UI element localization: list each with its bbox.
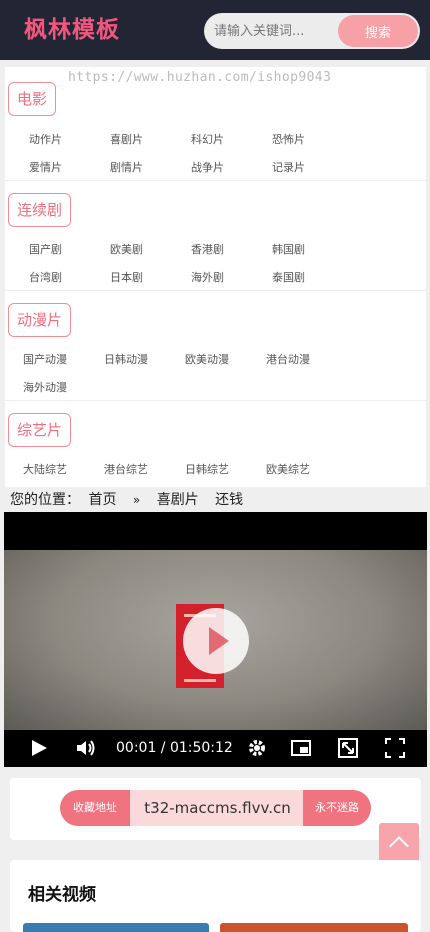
nav-link[interactable]: 台湾剧	[29, 269, 62, 285]
nav-group-anime: 动漫片 国产动漫 日韩动漫 欧美动漫 港台动漫 海外动漫	[5, 291, 426, 401]
nav-link[interactable]: 恐怖片	[272, 131, 305, 147]
nav-link[interactable]: 国产动漫	[23, 351, 67, 367]
top-header: 枫林模板 搜索	[0, 0, 430, 60]
category-nav: 电影 动作片 喜剧片 科幻片 恐怖片 爱情片 剧情片 战争片 记录片 连续剧 国…	[5, 67, 426, 487]
search-input[interactable]	[214, 13, 344, 49]
settings-gear-icon[interactable]	[247, 738, 267, 758]
bookmark-card: 收藏地址 t32-maccms.flvv.cn 永不迷路	[10, 778, 421, 840]
breadcrumb-category-link[interactable]: 喜剧片	[157, 492, 199, 508]
nav-link[interactable]: 日韩动漫	[104, 351, 148, 367]
nav-link[interactable]: 欧美动漫	[185, 351, 229, 367]
nav-title-variety[interactable]: 综艺片	[8, 413, 72, 447]
related-video-thumbnail[interactable]	[23, 923, 209, 932]
nav-link[interactable]: 国产剧	[29, 241, 62, 257]
nav-link[interactable]: 爱情片	[29, 159, 62, 175]
web-fullscreen-icon[interactable]	[338, 738, 358, 758]
nav-link[interactable]: 欧美剧	[110, 241, 143, 257]
play-icon[interactable]	[30, 739, 48, 757]
nav-group-series: 连续剧 国产剧 欧美剧 香港剧 韩国剧 台湾剧 日本剧 海外剧 泰国剧	[5, 181, 426, 291]
nav-link[interactable]: 战争片	[191, 159, 224, 175]
breadcrumb-current: 还钱	[215, 492, 244, 508]
bookmark-tagline: 永不迷路	[303, 790, 371, 826]
nav-link[interactable]: 泰国剧	[272, 269, 305, 285]
nav-link[interactable]: 港台动漫	[266, 351, 310, 367]
related-video-thumbnail[interactable]	[220, 923, 408, 932]
nav-link[interactable]: 欧美综艺	[266, 461, 310, 477]
playback-time: 00:01 / 01:50:12	[116, 740, 233, 756]
picture-in-picture-icon[interactable]	[291, 739, 311, 757]
nav-title-anime[interactable]: 动漫片	[8, 303, 72, 337]
nav-link[interactable]: 港台综艺	[104, 461, 148, 477]
nav-link[interactable]: 香港剧	[191, 241, 224, 257]
breadcrumb: 您的位置： 首页 » 喜剧片 还钱	[10, 489, 255, 509]
nav-link[interactable]: 记录片	[272, 159, 305, 175]
nav-link[interactable]: 科幻片	[191, 131, 224, 147]
nav-title-movie[interactable]: 电影	[8, 82, 57, 116]
site-logo[interactable]: 枫林模板	[24, 10, 120, 44]
breadcrumb-home-link[interactable]: 首页	[88, 492, 116, 508]
related-videos-title: 相关视频	[28, 885, 96, 905]
watermark-url: https://www.huzhan.com/ishop9043	[68, 70, 332, 85]
bookmark-label[interactable]: 收藏地址	[60, 790, 130, 826]
video-frame[interactable]	[4, 550, 427, 753]
volume-icon[interactable]	[76, 739, 96, 757]
player-controls: 00:01 / 01:50:12	[4, 730, 427, 767]
breadcrumb-separator: »	[132, 493, 141, 507]
nav-link[interactable]: 大陆综艺	[23, 461, 67, 477]
related-videos-section: 相关视频	[10, 860, 421, 932]
video-player[interactable]: 00:01 / 01:50:12	[4, 512, 427, 767]
search-button[interactable]: 搜索	[338, 15, 418, 47]
nav-link[interactable]: 海外动漫	[23, 379, 67, 395]
nav-link[interactable]: 动作片	[29, 131, 62, 147]
nav-link[interactable]: 剧情片	[110, 159, 143, 175]
breadcrumb-label: 您的位置：	[10, 492, 80, 508]
big-play-icon[interactable]	[183, 608, 249, 674]
nav-title-series[interactable]: 连续剧	[8, 193, 72, 227]
nav-link[interactable]: 海外剧	[191, 269, 224, 285]
nav-group-variety: 综艺片 大陆综艺 港台综艺 日韩综艺 欧美综艺	[5, 401, 426, 487]
back-to-top-button[interactable]	[379, 823, 419, 863]
nav-link[interactable]: 日韩综艺	[185, 461, 229, 477]
bookmark-domain: t32-maccms.flvv.cn	[130, 790, 305, 826]
nav-link[interactable]: 韩国剧	[272, 241, 305, 257]
search-box: 搜索	[204, 13, 420, 49]
nav-link[interactable]: 日本剧	[110, 269, 143, 285]
fullscreen-icon[interactable]	[385, 738, 405, 758]
nav-link[interactable]: 喜剧片	[110, 131, 143, 147]
